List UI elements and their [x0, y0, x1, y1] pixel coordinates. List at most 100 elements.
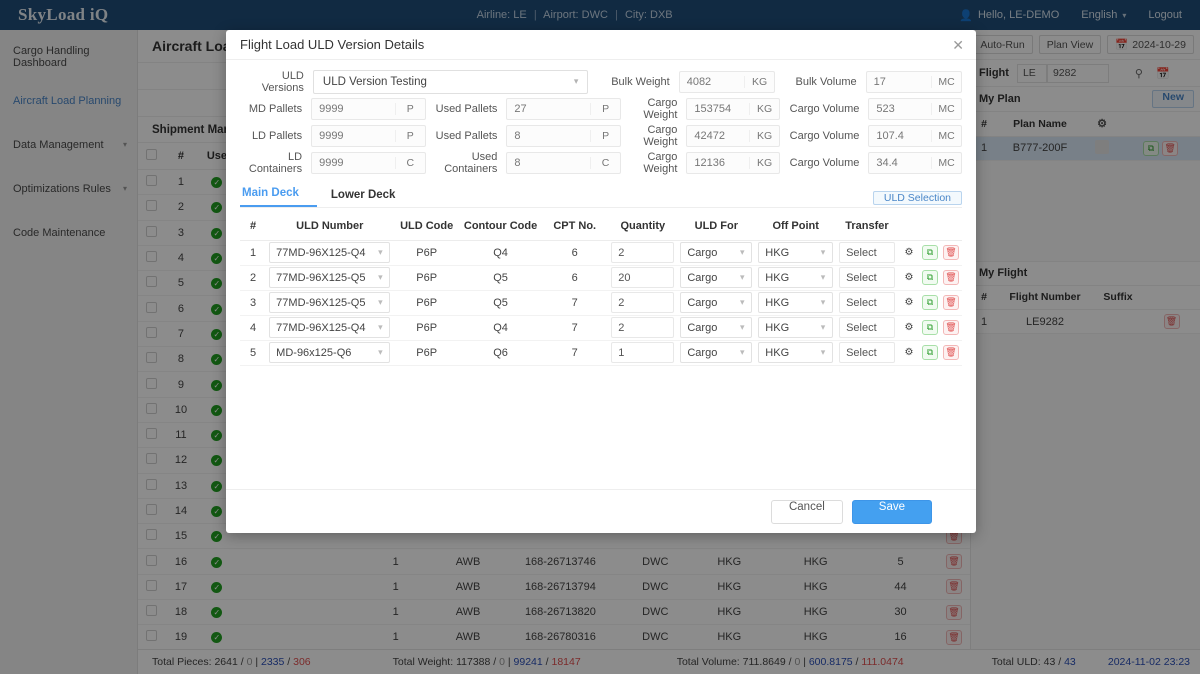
row-transfer-cell[interactable]: Select: [836, 340, 898, 365]
tab-lower-deck[interactable]: Lower Deck: [329, 189, 408, 207]
off-point-select[interactable]: HKG▾: [758, 242, 833, 263]
used-pallets-md-label: Used Pallets: [426, 103, 507, 115]
copy-icon[interactable]: ⧉: [922, 295, 938, 310]
row-uld-for-cell[interactable]: Cargo▾: [677, 290, 755, 315]
row-quantity-cell[interactable]: 2: [608, 240, 677, 265]
transfer-select[interactable]: Select: [839, 317, 895, 338]
cargo-weight-2-input[interactable]: 42472 KG: [686, 125, 780, 147]
row-off-point-cell[interactable]: HKG▾: [755, 340, 836, 365]
table-row[interactable]: 4 77MD-96X125-Q4▾ P6P Q4 7 2 Cargo▾ HKG▾…: [240, 315, 962, 340]
uld-number-select[interactable]: 77MD-96X125-Q4▾: [269, 242, 390, 263]
copy-icon[interactable]: ⧉: [922, 270, 938, 285]
table-row[interactable]: 3 77MD-96X125-Q5▾ P6P Q5 7 2 Cargo▾ HKG▾…: [240, 290, 962, 315]
row-transfer-cell[interactable]: Select: [836, 315, 898, 340]
uld-for-select[interactable]: Cargo▾: [680, 242, 752, 263]
quantity-input[interactable]: 20: [611, 267, 674, 288]
transfer-select[interactable]: Select: [839, 342, 895, 363]
copy-icon[interactable]: ⧉: [922, 245, 938, 260]
uld-table: # ULD Number ULD Code Contour Code CPT N…: [240, 212, 962, 366]
trash-icon[interactable]: 🗑: [943, 320, 959, 335]
uld-number-select[interactable]: 77MD-96X125-Q4▾: [269, 317, 390, 338]
row-transfer-cell[interactable]: Select: [836, 265, 898, 290]
copy-icon[interactable]: ⧉: [922, 345, 938, 360]
row-uld-number-cell[interactable]: MD-96x125-Q6▾: [266, 340, 393, 365]
used-containers-input[interactable]: 8 C: [506, 152, 621, 174]
trash-icon[interactable]: 🗑: [943, 270, 959, 285]
trash-icon[interactable]: 🗑: [943, 245, 959, 260]
uld-for-select[interactable]: Cargo▾: [680, 292, 752, 313]
quantity-input[interactable]: 2: [611, 242, 674, 263]
chevron-down-icon: ▾: [814, 347, 832, 358]
copy-icon[interactable]: ⧉: [922, 320, 938, 335]
row-uld-code: P6P: [393, 340, 460, 365]
cargo-volume-3-input[interactable]: 34.4 MC: [868, 152, 962, 174]
uld-number-select[interactable]: 77MD-96X125-Q5▾: [269, 267, 390, 288]
gear-icon[interactable]: ⚙: [901, 295, 917, 311]
cancel-button[interactable]: Cancel: [771, 500, 843, 524]
col-uld-code: ULD Code: [393, 212, 460, 240]
table-row[interactable]: 2 77MD-96X125-Q5▾ P6P Q5 6 20 Cargo▾ HKG…: [240, 265, 962, 290]
tab-main-deck[interactable]: Main Deck: [240, 187, 317, 207]
uld-selection-button[interactable]: ULD Selection: [873, 191, 962, 205]
row-uld-for-cell[interactable]: Cargo▾: [677, 315, 755, 340]
transfer-select[interactable]: Select: [839, 292, 895, 313]
row-index: 1: [240, 240, 266, 265]
uld-number-select[interactable]: 77MD-96X125-Q5▾: [269, 292, 390, 313]
trash-icon[interactable]: 🗑: [943, 345, 959, 360]
transfer-select[interactable]: Select: [839, 267, 895, 288]
row-contour-code: Q4: [460, 240, 541, 265]
row-off-point-cell[interactable]: HKG▾: [755, 290, 836, 315]
quantity-input[interactable]: 1: [611, 342, 674, 363]
row-quantity-cell[interactable]: 2: [608, 315, 677, 340]
table-row[interactable]: 5 MD-96x125-Q6▾ P6P Q6 7 1 Cargo▾ HKG▾ S…: [240, 340, 962, 365]
gear-icon[interactable]: ⚙: [901, 320, 917, 336]
row-off-point-cell[interactable]: HKG▾: [755, 240, 836, 265]
row-transfer-cell[interactable]: Select: [836, 290, 898, 315]
row-uld-number-cell[interactable]: 77MD-96X125-Q4▾: [266, 240, 393, 265]
quantity-input[interactable]: 2: [611, 292, 674, 313]
row-quantity-cell[interactable]: 1: [608, 340, 677, 365]
uld-for-select[interactable]: Cargo▾: [680, 267, 752, 288]
uld-for-select[interactable]: Cargo▾: [680, 317, 752, 338]
row-off-point-cell[interactable]: HKG▾: [755, 315, 836, 340]
off-point-select[interactable]: HKG▾: [758, 342, 833, 363]
off-point-select[interactable]: HKG▾: [758, 292, 833, 313]
uld-versions-select[interactable]: ULD Version Testing ▾: [313, 70, 588, 94]
md-pallets-input[interactable]: 9999 P: [311, 98, 426, 120]
bulk-volume-input[interactable]: 17 MC: [866, 71, 962, 93]
uld-for-select[interactable]: Cargo▾: [680, 342, 752, 363]
cargo-volume-2-input[interactable]: 107.4 MC: [868, 125, 962, 147]
row-uld-number-cell[interactable]: 77MD-96X125-Q5▾: [266, 265, 393, 290]
dialog-footer: Cancel Save: [226, 489, 976, 533]
row-uld-number-cell[interactable]: 77MD-96X125-Q4▾: [266, 315, 393, 340]
save-button[interactable]: Save: [852, 500, 932, 524]
row-uld-for-cell[interactable]: Cargo▾: [677, 240, 755, 265]
gear-icon[interactable]: ⚙: [901, 245, 917, 261]
quantity-input[interactable]: 2: [611, 317, 674, 338]
col-uld-number: ULD Number: [266, 212, 393, 240]
uld-number-select[interactable]: MD-96x125-Q6▾: [269, 342, 390, 363]
off-point-select[interactable]: HKG▾: [758, 317, 833, 338]
row-transfer-cell[interactable]: Select: [836, 240, 898, 265]
row-uld-for-cell[interactable]: Cargo▾: [677, 265, 755, 290]
cargo-weight-3-input[interactable]: 12136 KG: [686, 152, 780, 174]
gear-icon[interactable]: ⚙: [901, 270, 917, 286]
row-off-point-cell[interactable]: HKG▾: [755, 265, 836, 290]
gear-icon[interactable]: ⚙: [901, 345, 917, 361]
table-row[interactable]: 1 77MD-96X125-Q4▾ P6P Q4 6 2 Cargo▾ HKG▾…: [240, 240, 962, 265]
row-uld-number-cell[interactable]: 77MD-96X125-Q5▾: [266, 290, 393, 315]
cargo-weight-1-input[interactable]: 153754 KG: [686, 98, 780, 120]
trash-icon[interactable]: 🗑: [943, 295, 959, 310]
ld-containers-input[interactable]: 9999 C: [311, 152, 426, 174]
row-uld-for-cell[interactable]: Cargo▾: [677, 340, 755, 365]
used-pallets-ld-input[interactable]: 8 P: [506, 125, 621, 147]
bulk-weight-input[interactable]: 4082 KG: [679, 71, 775, 93]
row-quantity-cell[interactable]: 2: [608, 290, 677, 315]
off-point-select[interactable]: HKG▾: [758, 267, 833, 288]
used-pallets-md-input[interactable]: 27 P: [506, 98, 621, 120]
cargo-volume-1-input[interactable]: 523 MC: [868, 98, 962, 120]
row-quantity-cell[interactable]: 20: [608, 265, 677, 290]
close-icon[interactable]: ✕: [952, 38, 964, 52]
ld-pallets-input[interactable]: 9999 P: [311, 125, 426, 147]
transfer-select[interactable]: Select: [839, 242, 895, 263]
